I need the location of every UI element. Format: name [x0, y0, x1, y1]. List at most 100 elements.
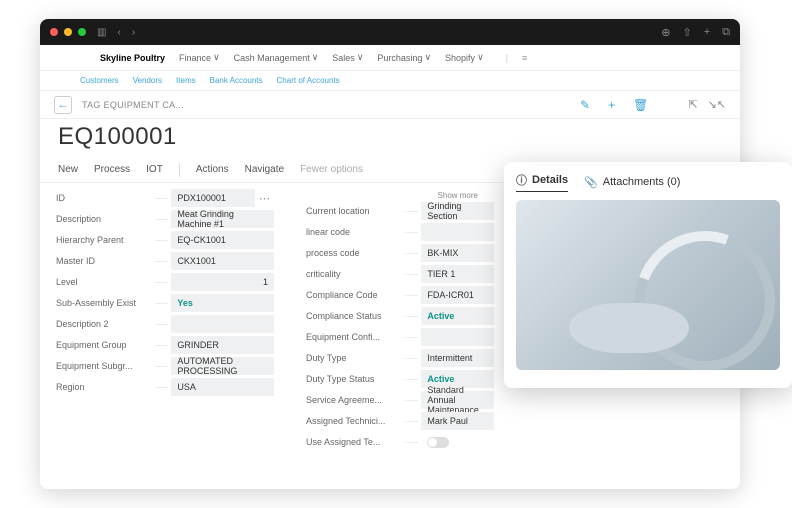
field-dots: ····· — [405, 228, 418, 237]
back-button[interactable]: ← — [54, 96, 72, 114]
menu-finance[interactable]: Finance∨ — [179, 52, 220, 63]
field-value[interactable]: Yes — [171, 294, 274, 312]
menu-cash[interactable]: Cash Management∨ — [234, 52, 319, 63]
field-label: Compliance Status — [306, 311, 402, 321]
field-value[interactable]: EQ-CK1001 — [171, 231, 274, 249]
submenu-bank[interactable]: Bank Accounts — [210, 76, 263, 85]
field-row: Level·····1 — [56, 273, 274, 291]
menubar: Skyline Poultry Finance∨ Cash Management… — [40, 45, 740, 71]
field-value[interactable]: Intermittent — [421, 349, 494, 367]
popout-icon[interactable]: ⇱ — [688, 98, 697, 111]
field-label: Hierarchy Parent — [56, 235, 152, 245]
submenu-coa[interactable]: Chart of Accounts — [277, 76, 340, 85]
tab-iot[interactable]: IOT — [146, 164, 163, 175]
field-row: Description 2····· — [56, 315, 274, 333]
menu-shopify[interactable]: Shopify∨ — [445, 52, 484, 63]
field-row: Duty Type·····Intermittent — [306, 349, 494, 367]
field-row: process code·····BK-MIX — [306, 244, 494, 262]
field-value[interactable] — [421, 433, 494, 451]
field-dots: ····· — [155, 341, 168, 350]
field-label: ID — [56, 193, 152, 203]
field-value[interactable]: PDX100001 — [171, 189, 255, 207]
field-label: criticality — [306, 269, 402, 279]
field-value[interactable] — [171, 315, 274, 333]
more-icon[interactable]: ⋯ — [255, 192, 274, 205]
field-dots: ····· — [405, 417, 418, 426]
fields-col2: Show moreCurrent location·····Grinding S… — [290, 183, 510, 489]
field-label: Equipment Group — [56, 340, 152, 350]
field-row: Sub-Assembly Exist·····Yes — [56, 294, 274, 312]
submenu-vendors[interactable]: Vendors — [133, 76, 162, 85]
field-value[interactable]: Grinding Section — [421, 202, 494, 220]
menu-sales[interactable]: Sales∨ — [332, 52, 363, 63]
field-label: Compliance Code — [306, 290, 402, 300]
field-value[interactable] — [421, 223, 494, 241]
field-dots: ····· — [405, 375, 418, 384]
collapse-icon[interactable]: ↘↖ — [708, 98, 726, 111]
field-row: Region·····USA — [56, 378, 274, 396]
details-card: ⓘDetails 📎Attachments (0) — [504, 162, 792, 388]
field-dots: ····· — [405, 333, 418, 342]
brand[interactable]: Skyline Poultry — [100, 53, 165, 63]
delete-icon[interactable]: 🗑 — [633, 98, 648, 112]
field-dots: ····· — [155, 383, 168, 392]
field-row: Equipment Group·····GRINDER — [56, 336, 274, 354]
tab-attachments[interactable]: 📎Attachments (0) — [584, 176, 680, 189]
fewer-options[interactable]: Fewer options — [300, 164, 363, 175]
field-dots: ····· — [405, 438, 418, 447]
field-dots: ····· — [155, 194, 168, 203]
field-value[interactable]: CKX1001 — [171, 252, 274, 270]
field-label: Assigned Technici... — [306, 416, 402, 426]
toggle[interactable] — [427, 437, 449, 448]
field-dots: ····· — [155, 320, 168, 329]
field-value[interactable]: Standard Annual Maintenance — [421, 391, 494, 409]
sidebar-icon[interactable]: ▥ — [97, 27, 106, 38]
field-value[interactable]: GRINDER — [171, 336, 274, 354]
add-tab-icon[interactable]: + — [704, 26, 710, 39]
field-dots: ····· — [405, 396, 418, 405]
download-icon[interactable]: ⊕ — [661, 26, 670, 39]
field-row: Compliance Code·····FDA-ICR01 — [306, 286, 494, 304]
field-label: Equipment Confi... — [306, 332, 402, 342]
field-value[interactable]: TIER 1 — [421, 265, 494, 283]
fields-col1: ID·····PDX100001⋯Description·····Meat Gr… — [40, 183, 290, 489]
field-value[interactable]: Active — [421, 307, 494, 325]
submenu-customers[interactable]: Customers — [80, 76, 119, 85]
new-icon[interactable]: + — [608, 98, 615, 112]
field-value[interactable]: BK-MIX — [421, 244, 494, 262]
tab-actions[interactable]: Actions — [196, 164, 229, 175]
share-icon[interactable]: ⇧ — [682, 26, 691, 39]
field-label: Master ID — [56, 256, 152, 266]
tab-process[interactable]: Process — [94, 164, 130, 175]
field-row: Compliance Status·····Active — [306, 307, 494, 325]
tab-navigate[interactable]: Navigate — [245, 164, 284, 175]
submenu-items[interactable]: Items — [176, 76, 196, 85]
field-row: Equipment Subgr...·····AUTOMATED PROCESS… — [56, 357, 274, 375]
field-value[interactable]: Meat Grinding Machine #1 — [171, 210, 274, 228]
field-label: process code — [306, 248, 402, 258]
field-dots: ····· — [405, 207, 418, 216]
field-value[interactable] — [421, 328, 494, 346]
field-row: Master ID·····CKX1001 — [56, 252, 274, 270]
info-icon: ⓘ — [516, 172, 527, 188]
close-icon[interactable] — [50, 28, 58, 36]
field-label: Equipment Subgr... — [56, 361, 152, 371]
tab-new[interactable]: New — [58, 164, 78, 175]
menu-purchasing[interactable]: Purchasing∨ — [377, 52, 431, 63]
menu-more-icon[interactable]: ≡ — [522, 53, 527, 63]
field-row: Description·····Meat Grinding Machine #1 — [56, 210, 274, 228]
maximize-icon[interactable] — [78, 28, 86, 36]
minimize-icon[interactable] — [64, 28, 72, 36]
field-value[interactable]: FDA-ICR01 — [421, 286, 494, 304]
tabs-icon[interactable]: ⧉ — [722, 26, 730, 39]
field-value[interactable]: AUTOMATED PROCESSING — [171, 357, 274, 375]
tab-details[interactable]: ⓘDetails — [516, 172, 568, 192]
pagebar: ← TAG EQUIPMENT CA... ✎ + 🗑 ⇱ ↘↖ — [40, 91, 740, 119]
back-icon[interactable]: ‹ — [117, 27, 120, 38]
field-row: ID·····PDX100001⋯ — [56, 189, 274, 207]
field-value[interactable]: Mark Paul — [421, 412, 494, 430]
edit-icon[interactable]: ✎ — [580, 98, 590, 112]
field-value[interactable]: 1 — [171, 273, 274, 291]
forward-icon[interactable]: › — [132, 27, 135, 38]
field-value[interactable]: USA — [171, 378, 274, 396]
